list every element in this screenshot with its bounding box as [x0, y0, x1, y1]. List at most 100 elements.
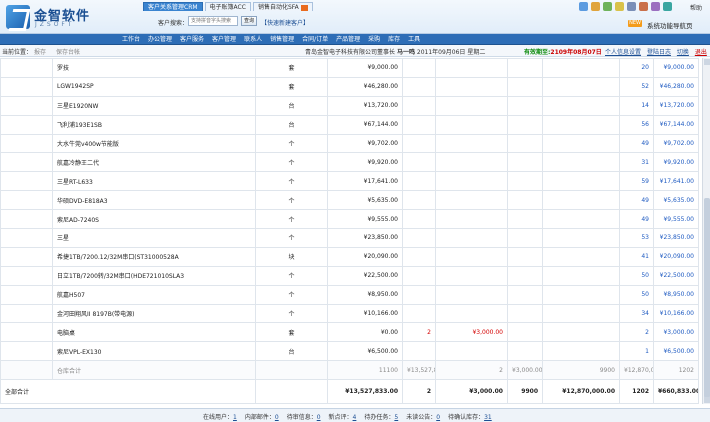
- menu-tools[interactable]: 工具: [404, 34, 424, 45]
- logo[interactable]: 金智软件 JZSOFT: [6, 5, 126, 31]
- status-value[interactable]: 31: [484, 414, 492, 421]
- quantity-4[interactable]: 49: [619, 133, 654, 154]
- quantity-4[interactable]: 20: [619, 58, 654, 78]
- product-name: 希捷1TB/7200.12/32M串口(ST31000528A: [52, 246, 256, 267]
- quantity-4[interactable]: 50: [619, 265, 654, 286]
- quantity-3: [507, 95, 543, 116]
- tab-crm[interactable]: 客户关系管理CRM: [143, 2, 203, 11]
- quantity-4[interactable]: 34: [619, 303, 654, 324]
- save-ledger-button[interactable]: 保存台帐: [56, 47, 80, 56]
- amount-4[interactable]: ¥22,500.00: [653, 265, 699, 286]
- home-icon[interactable]: [579, 2, 588, 11]
- star-icon[interactable]: [615, 2, 624, 11]
- mail-icon[interactable]: [591, 2, 600, 11]
- amount-4[interactable]: ¥20,090.00: [653, 246, 699, 267]
- amount-4[interactable]: ¥17,641.00: [653, 171, 699, 192]
- search-button[interactable]: 查询: [241, 16, 257, 26]
- current-date: 2011年09月06日: [416, 49, 466, 56]
- user-icon[interactable]: [603, 2, 612, 11]
- status-value[interactable]: 4: [353, 414, 357, 421]
- scroll-thumb[interactable]: [704, 198, 710, 398]
- amount-4[interactable]: ¥3,000.00: [653, 322, 699, 343]
- chat-icon[interactable]: [651, 2, 660, 11]
- new-badge: NEW: [628, 20, 642, 27]
- amount-4[interactable]: ¥8,950.00: [653, 284, 699, 305]
- menu-office[interactable]: 办公管理: [144, 34, 176, 45]
- quantity-3: [507, 246, 543, 267]
- menu-contacts[interactable]: 联系人: [240, 34, 266, 45]
- amount-4[interactable]: ¥23,850.00: [653, 228, 699, 248]
- amount-4[interactable]: ¥10,166.00: [653, 303, 699, 324]
- quantity-4[interactable]: 52: [619, 76, 654, 97]
- quantity-4[interactable]: 56: [619, 114, 654, 135]
- login-log-link[interactable]: 登陆日志: [647, 49, 671, 56]
- amount-2: [435, 209, 508, 230]
- status-value[interactable]: 1: [233, 414, 237, 421]
- personal-settings-link[interactable]: 个人信息设置: [605, 49, 641, 56]
- quantity-4[interactable]: 59: [619, 171, 654, 192]
- menu-products[interactable]: 产品管理: [332, 34, 364, 45]
- amount-4[interactable]: ¥6,500.00: [653, 341, 699, 362]
- amount: ¥9,000.00: [327, 58, 403, 78]
- menu-workbench[interactable]: 工作台: [118, 34, 144, 45]
- amount-4[interactable]: ¥67,144.00: [653, 114, 699, 135]
- quantity-4[interactable]: 41: [619, 246, 654, 267]
- scroll-down-icon[interactable]: [704, 397, 710, 403]
- help-link[interactable]: 帮助: [690, 3, 702, 12]
- total-amount: ¥13,527,833.00: [327, 379, 403, 404]
- quantity-4[interactable]: 49: [619, 209, 654, 230]
- quick-new-customer-link[interactable]: 【快速新建客户】: [261, 18, 309, 27]
- amount-3: [542, 284, 620, 305]
- quantity-4[interactable]: 50: [619, 284, 654, 305]
- vertical-scrollbar[interactable]: [702, 58, 710, 404]
- menu-purchase[interactable]: 采购: [364, 34, 384, 45]
- calendar-icon[interactable]: [639, 2, 648, 11]
- settings-icon[interactable]: [627, 2, 636, 11]
- amount-2: [435, 265, 508, 286]
- quantity-3: [507, 341, 543, 362]
- product-name: 三星RT-L633: [52, 171, 256, 192]
- amount-4[interactable]: ¥9,555.00: [653, 209, 699, 230]
- status-value[interactable]: 5: [394, 414, 398, 421]
- quantity-4[interactable]: 2: [619, 322, 654, 343]
- menu-sales[interactable]: 销售管理: [266, 34, 298, 45]
- status-value[interactable]: 0: [317, 414, 321, 421]
- logout-link[interactable]: 退出: [695, 49, 707, 56]
- quantity-3: [507, 76, 543, 97]
- customer-search-input[interactable]: [188, 16, 238, 26]
- menu-contracts[interactable]: 合同/订单: [298, 34, 332, 45]
- module-tabs: 客户关系管理CRM 电子账簿ACC 销售自动化SFA: [143, 2, 313, 11]
- quantity-4[interactable]: 53: [619, 228, 654, 248]
- subtotal-q3: 9900: [542, 360, 620, 381]
- tab-sfa[interactable]: 销售自动化SFA: [252, 2, 313, 11]
- table-row: 希捷1TB/7200.12/32M串口(ST31000528A块41¥20,09…: [0, 246, 699, 267]
- menu-customer-management[interactable]: 客户管理: [208, 34, 240, 45]
- quantity-4[interactable]: 14: [619, 95, 654, 116]
- quantity-4[interactable]: 49: [619, 190, 654, 211]
- status-value[interactable]: 0: [436, 414, 440, 421]
- menu-inventory[interactable]: 库存: [384, 34, 404, 45]
- print-button[interactable]: 报存: [34, 47, 46, 56]
- amount-4[interactable]: ¥13,720.00: [653, 95, 699, 116]
- amount-2: [435, 95, 508, 116]
- status-value[interactable]: 0: [275, 414, 279, 421]
- amount-3: [542, 341, 620, 362]
- switch-link[interactable]: 切换: [677, 49, 689, 56]
- amount-4[interactable]: ¥5,635.00: [653, 190, 699, 211]
- refresh-icon[interactable]: [663, 2, 672, 11]
- product-name: 索尼VPL-EX130: [52, 341, 256, 362]
- menu-customer-service[interactable]: 客户服务: [176, 34, 208, 45]
- total-q4: 1202: [619, 379, 654, 404]
- nav-home-link[interactable]: 系统功能导航页: [647, 20, 693, 30]
- scroll-up-icon[interactable]: [704, 59, 710, 65]
- amount-4[interactable]: ¥9,920.00: [653, 152, 699, 173]
- quantity-4[interactable]: 31: [619, 152, 654, 173]
- amount-4[interactable]: ¥46,280.00: [653, 76, 699, 97]
- amount-4[interactable]: ¥9,702.00: [653, 133, 699, 154]
- quantity-4[interactable]: 1: [619, 341, 654, 362]
- quantity-3: [507, 228, 543, 248]
- quantity-2: [402, 303, 436, 324]
- amount-4[interactable]: ¥9,000.00: [653, 58, 699, 78]
- tab-acc[interactable]: 电子账簿ACC: [204, 2, 251, 11]
- amount: ¥9,920.00: [327, 152, 403, 173]
